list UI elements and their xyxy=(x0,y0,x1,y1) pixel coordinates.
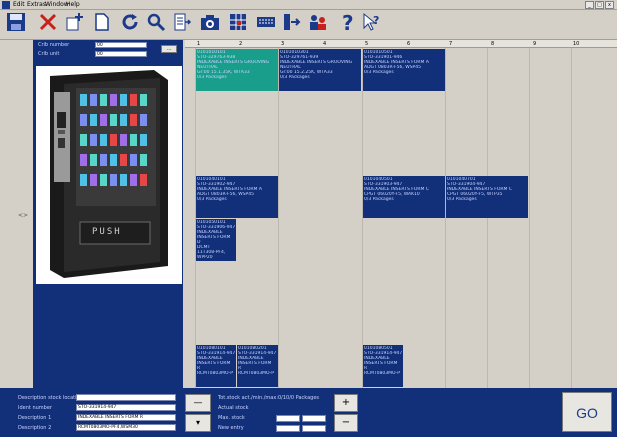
stock-summary: Tot.stock act./min./max:0/10/0 Packages xyxy=(218,395,320,401)
slot-cell-0101010501[interactable]: 0101010501 STO-331901-946 INDEXABLE INSERT… xyxy=(363,49,445,91)
new-entry-label: New entry xyxy=(218,425,244,431)
push-label: PUSH xyxy=(92,227,122,237)
close-button[interactable]: x xyxy=(605,1,614,9)
app-icon xyxy=(2,1,10,9)
menu-edit[interactable]: Edit xyxy=(13,1,25,8)
new-item-icon[interactable] xyxy=(62,12,86,36)
dropdown-button[interactable]: ▾ xyxy=(185,414,211,432)
plus-button[interactable]: + xyxy=(334,394,358,412)
slot-cell-0101040101[interactable]: 0101040101 STO-331902-947 INDEXABLE INSERT… xyxy=(196,176,278,218)
ident-number-field[interactable]: STO-331914-947 xyxy=(76,404,176,411)
refresh-icon[interactable] xyxy=(118,12,142,36)
crib-unit-label: Crib unit xyxy=(38,51,60,57)
actual-stock-label: Actual stock xyxy=(218,405,249,411)
window-controls: _ □ x xyxy=(585,1,614,9)
description-1-field[interactable]: INDEXABLE INSERTS FORM R xyxy=(76,414,176,421)
toolbar: ? ? xyxy=(0,10,617,40)
maximize-button[interactable]: □ xyxy=(595,1,604,9)
col-2: 2 xyxy=(239,41,243,47)
go-button[interactable]: GO xyxy=(562,392,612,432)
slot-cell-0101050101[interactable]: 0101050101 STO-331906-947 INDEXABLE INSERTS… xyxy=(196,219,236,261)
users-icon[interactable] xyxy=(306,12,330,36)
transfer-icon[interactable] xyxy=(280,12,304,36)
help-icon[interactable]: ? xyxy=(336,11,360,36)
new-entry-field-a[interactable] xyxy=(276,425,300,432)
slot-cell-0101010301[interactable]: 0101010301 STO-329761-939 INDEXABLE INSERT… xyxy=(279,49,361,91)
slot-cell-0101080201[interactable]: 0101080201 STO-331914-947 INDEXABLE INSERTS… xyxy=(237,345,278,387)
search-icon[interactable] xyxy=(144,12,168,36)
crib-number-field[interactable]: 00 xyxy=(95,42,147,48)
new-document-icon[interactable] xyxy=(90,12,114,36)
col-3: 3 xyxy=(281,41,285,47)
col-1: 1 xyxy=(197,41,201,47)
max-stock-field-a[interactable] xyxy=(276,415,300,422)
camera-icon[interactable] xyxy=(198,12,222,36)
slot-cell-0101040501[interactable]: 0101040501 STO-331903-947 INDEXABLE INSERT… xyxy=(363,176,445,218)
menu-help[interactable]: Help xyxy=(66,1,80,8)
col-5: 5 xyxy=(365,41,369,47)
desc-location-label: Description stock location xyxy=(18,395,83,401)
description-1-label: Description 1 xyxy=(18,415,52,421)
grid-icon[interactable] xyxy=(226,12,250,36)
svg-text:?: ? xyxy=(373,14,379,27)
decrement-button[interactable]: − xyxy=(334,414,358,432)
description-2-field[interactable]: RCMT0803MO-PF4,WSM30 xyxy=(76,424,176,431)
max-stock-label: Max. stock xyxy=(218,415,245,421)
detail-bar: Description stock location Ident number … xyxy=(0,388,617,437)
description-2-label: Description 2 xyxy=(18,425,52,431)
vending-machine-image: PUSH xyxy=(36,66,182,284)
desc-location-field[interactable] xyxy=(76,394,176,401)
keyboard-icon[interactable] xyxy=(254,12,278,36)
crib-browse-button[interactable]: ... xyxy=(161,45,177,53)
minus-button[interactable]: — xyxy=(185,394,211,412)
minimize-button[interactable]: _ xyxy=(585,1,594,9)
max-stock-field-b[interactable] xyxy=(302,415,326,422)
slot-cell-0101010101[interactable]: 0101010101 STO-329763-938 INDEXABLE INSERT… xyxy=(196,49,278,91)
col-4: 4 xyxy=(323,41,327,47)
svg-text:?: ? xyxy=(342,12,354,32)
save-icon[interactable] xyxy=(4,12,28,36)
col-9: 9 xyxy=(533,41,537,47)
list-icon[interactable] xyxy=(170,12,194,36)
col-7: 7 xyxy=(449,41,453,47)
crib-unit-field[interactable]: 00 xyxy=(95,51,147,57)
delete-icon[interactable] xyxy=(36,12,60,36)
menu-bar: Edit Extras Window Help _ □ x xyxy=(0,0,617,10)
slot-cell-0101080501[interactable]: 0101080501 STO-331914-947 INDEXABLE INSERTS… xyxy=(363,345,403,387)
col-8: 8 xyxy=(491,41,495,47)
slot-cell-0101040701[interactable]: 0101040701 STO-331904-947 INDEXABLE INSERT… xyxy=(446,176,528,218)
ident-number-label: Ident number xyxy=(18,405,52,411)
col-10: 10 xyxy=(573,41,580,47)
slot-cell-0101080101[interactable]: 0101080101 STO-331914-947 INDEXABLE INSERTS… xyxy=(196,345,236,387)
expand-arrows-icon[interactable]: <> xyxy=(18,212,28,219)
context-help-icon[interactable]: ? xyxy=(360,12,384,36)
column-header: 1 2 3 4 5 6 7 8 9 10 xyxy=(185,40,617,48)
new-entry-field-b[interactable] xyxy=(302,425,326,432)
menu-extras[interactable]: Extras xyxy=(27,1,46,8)
col-6: 6 xyxy=(407,41,411,47)
crib-number-label: Crib number xyxy=(38,42,70,48)
slot-grid: 1 2 3 4 5 6 7 8 9 10 0101010101 STO-32976… xyxy=(185,40,617,388)
left-gutter: <> xyxy=(0,40,32,388)
